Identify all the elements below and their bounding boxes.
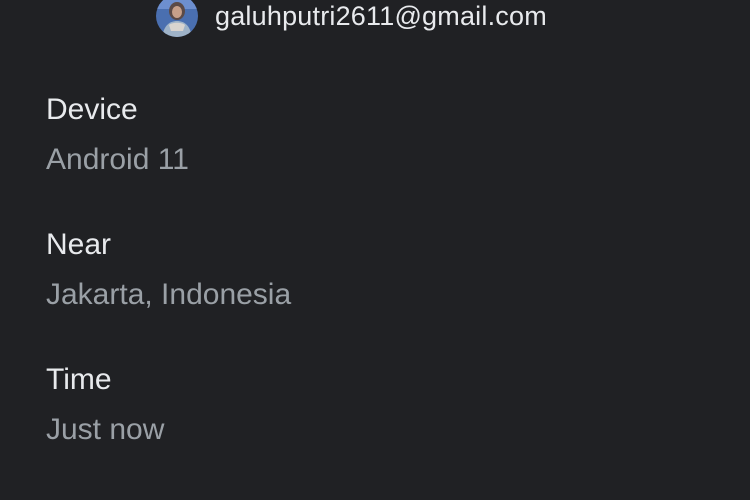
location-label: Near (46, 228, 112, 261)
time-value: Just now (46, 413, 165, 446)
location-value: Jakarta, Indonesia (46, 278, 292, 311)
time-label: Time (46, 363, 112, 396)
location-section: Near Jakarta, Indonesia (46, 227, 291, 313)
time-section: Time Just now (46, 362, 164, 448)
device-value: Android 11 (46, 143, 189, 176)
device-label: Device (46, 93, 138, 126)
avatar (156, 0, 198, 37)
account-email: galuhputri2611@gmail.com (215, 0, 547, 31)
user-photo-avatar-icon (156, 0, 198, 37)
device-section: Device Android 11 (46, 92, 189, 178)
account-row: galuhputri2611@gmail.com (156, 0, 547, 37)
